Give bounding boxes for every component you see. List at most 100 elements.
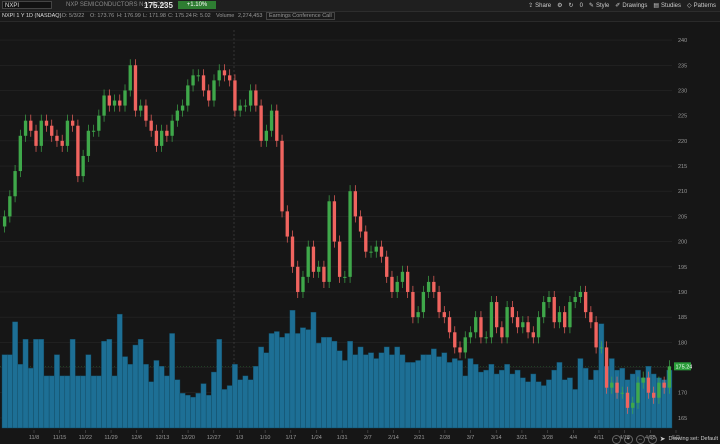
- candle-body: [44, 120, 49, 126]
- volume-bar: [169, 333, 175, 429]
- count-indicator: 0: [579, 2, 583, 9]
- volume-bar: [101, 340, 107, 429]
- candle-body: [510, 307, 515, 318]
- volume-bar: [535, 381, 542, 429]
- candle-body: [594, 322, 598, 348]
- patterns-label: Patterns: [693, 2, 716, 9]
- settings-button[interactable]: ⚙: [557, 2, 562, 9]
- candle-body: [81, 155, 85, 177]
- price-tick-label: 230: [678, 88, 687, 94]
- candle-body: [385, 256, 389, 277]
- candle-body: [222, 70, 227, 76]
- date-tick-label: 3/14: [491, 435, 502, 441]
- volume-bar: [326, 337, 332, 429]
- volume-bar: [247, 379, 254, 429]
- symbol-input[interactable]: NXPI: [2, 1, 52, 9]
- candle-body: [337, 241, 342, 277]
- volume-bar: [394, 346, 401, 429]
- date-tick-label: 11/15: [53, 435, 66, 441]
- volume-bar: [488, 364, 495, 429]
- candle-body: [290, 236, 295, 267]
- volume-bar: [232, 364, 238, 429]
- volume-bar: [80, 375, 86, 429]
- volume-bar: [22, 339, 29, 429]
- price-tick-label: 215: [678, 164, 687, 170]
- zoom-out-icon[interactable]: −: [611, 434, 621, 444]
- candle-body: [175, 110, 180, 121]
- candle-body: [159, 130, 164, 146]
- volume-bar: [185, 394, 191, 429]
- volume-bar: [158, 366, 165, 429]
- style-button[interactable]: ✎ Style: [588, 2, 609, 10]
- volume-bar: [420, 354, 427, 429]
- candle-body: [437, 291, 441, 313]
- candle-body: [212, 80, 216, 101]
- volume-bar: [530, 373, 537, 429]
- patterns-icon: ◇: [687, 3, 692, 9]
- studies-icon: ▤: [653, 3, 659, 9]
- candle-body: [364, 231, 368, 252]
- candle-body: [589, 312, 593, 323]
- drawing-set-label[interactable]: Drawing set: Default: [668, 436, 718, 442]
- volume-bar: [237, 379, 243, 429]
- candle-body: [306, 246, 310, 277]
- volume-bar: [457, 360, 463, 429]
- volume-bar: [331, 340, 338, 429]
- volume-bar: [593, 369, 599, 429]
- pan-icon[interactable]: ↔: [635, 434, 645, 444]
- volume-bar: [336, 350, 343, 429]
- candle-body: [625, 392, 630, 408]
- studies-button[interactable]: ▤ Studies: [653, 2, 681, 10]
- volume-bar: [404, 362, 411, 429]
- zoom-in-icon[interactable]: +: [623, 434, 633, 444]
- volume-bar: [253, 366, 259, 429]
- drawings-button[interactable]: ✐ Drawings: [615, 2, 647, 10]
- volume-bar: [504, 364, 510, 429]
- refresh-button[interactable]: ↻: [569, 2, 574, 9]
- candle-body: [505, 307, 509, 338]
- volume-bar: [242, 375, 249, 429]
- price-tick-label: 190: [678, 290, 687, 296]
- candle-body: [416, 312, 420, 318]
- candle-body: [118, 100, 122, 106]
- chart-info-bar: NXPI 1 Y 1D (NASDAQ) D: 5/3/22 O: 173.76…: [0, 12, 720, 22]
- volume-bar: [425, 354, 432, 429]
- date-tick-label: 2/21: [414, 435, 425, 441]
- volume-bar: [279, 337, 285, 429]
- candle-body: [39, 120, 43, 146]
- volume-bar: [48, 375, 55, 429]
- volume-bar: [153, 360, 160, 429]
- cursor-icon[interactable]: ➤: [660, 435, 666, 443]
- candle-body: [13, 171, 17, 197]
- volume-bar: [305, 329, 312, 429]
- price-tick-label: 220: [678, 139, 687, 145]
- candle-body: [421, 291, 426, 313]
- candle-body: [238, 105, 242, 111]
- date-tick-label: 3/21: [517, 435, 528, 441]
- volume-bar: [483, 369, 489, 429]
- share-button[interactable]: ⇪ Share: [528, 2, 551, 10]
- volume-bar: [69, 339, 76, 429]
- style-icon: ✎: [588, 3, 594, 9]
- candle-body: [170, 120, 174, 136]
- candle-body: [573, 297, 577, 303]
- info-open: O: 173.76: [90, 13, 115, 19]
- date-tick-label: 1/31: [337, 435, 348, 441]
- volume-bar: [520, 377, 526, 429]
- candle-body: [463, 337, 467, 353]
- candle-body: [76, 125, 80, 177]
- candle-body: [552, 297, 556, 323]
- candle-body: [353, 191, 357, 217]
- date-axis: 11/8 11/15 11/22 11/29 12/6 12/13 12/20 12/27 1/…: [0, 430, 692, 444]
- earnings-study-label[interactable]: Earnings Conference Call: [266, 12, 335, 20]
- price-chart[interactable]: 1651701751801851901952002052102152202252…: [0, 22, 692, 430]
- candle-body: [447, 317, 452, 333]
- candle-body: [531, 332, 535, 338]
- candle-body: [18, 135, 22, 172]
- patterns-button[interactable]: ◇ Patterns: [687, 2, 716, 10]
- date-tick-label: 4/11: [594, 435, 604, 441]
- candle-body: [557, 312, 562, 323]
- date-tick-label: 12/20: [181, 435, 195, 441]
- reset-icon[interactable]: ○: [647, 434, 657, 444]
- date-tick-label: 12/27: [207, 435, 221, 441]
